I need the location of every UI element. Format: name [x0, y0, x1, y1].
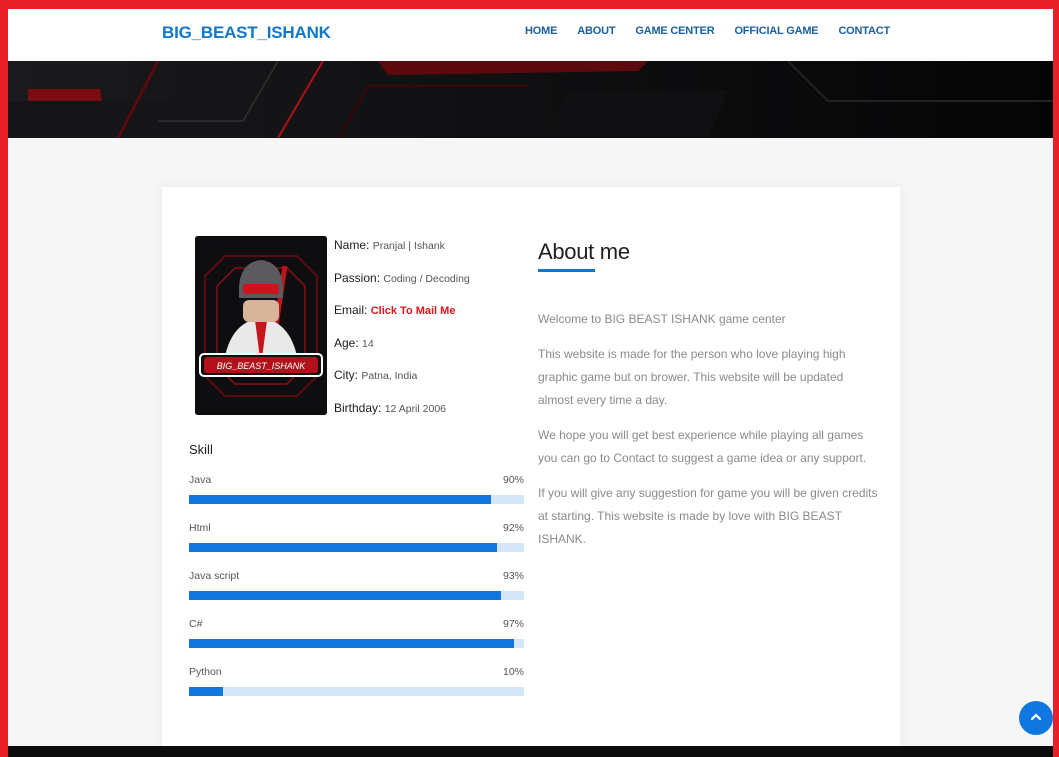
hero-banner	[8, 61, 1053, 138]
skill-progress-bar	[189, 543, 498, 552]
skills-title: Skill	[189, 442, 213, 457]
page-frame: BIG_BEAST_ISHANK HOME ABOUT GAME CENTER …	[8, 9, 1053, 757]
skill-progress-bar	[189, 639, 514, 648]
skill-name: Html	[189, 522, 211, 534]
skill-track	[189, 495, 524, 504]
info-passion: Passion: Coding / Decoding	[334, 271, 524, 304]
skill-list: Java 90% Html 92% Java script 93% C# 97% Python 1…	[189, 474, 524, 714]
about-title: About me	[538, 239, 630, 264]
info-label: Birthday:	[334, 400, 382, 415]
skill-progress-bar	[189, 495, 491, 504]
info-label: Age:	[334, 335, 359, 350]
skills-section: Skill Java 90% Html 92% Java script 93% C# 97% P…	[189, 442, 524, 714]
info-value: Coding / Decoding	[383, 272, 470, 285]
skill-track	[189, 543, 524, 552]
skill-percent: 10%	[502, 666, 524, 678]
skill-item: Html 92%	[189, 522, 524, 570]
info-email: Email: Click To Mail Me	[334, 303, 524, 336]
skill-track	[189, 591, 524, 600]
skill-percent: 97%	[502, 618, 524, 630]
chevron-up-icon	[1030, 710, 1042, 726]
skill-name: Java	[189, 474, 212, 486]
info-value: 14	[362, 337, 374, 350]
skill-percent: 92%	[502, 522, 524, 534]
skill-track	[189, 639, 524, 648]
mail-link[interactable]: Click To Mail Me	[371, 305, 456, 317]
skill-item: C# 97%	[189, 618, 524, 666]
navbar: BIG_BEAST_ISHANK HOME ABOUT GAME CENTER …	[8, 9, 1053, 61]
skill-track	[189, 687, 524, 696]
skill-percent: 93%	[502, 570, 524, 582]
about-section: About me Welcome to BIG BEAST ISHANK gam…	[538, 239, 878, 551]
site-logo[interactable]: BIG_BEAST_ISHANK	[162, 23, 331, 43]
about-paragraph: If you will give any suggestion for game…	[538, 486, 878, 546]
skill-item: Java 90%	[189, 474, 524, 522]
footer-strip	[8, 746, 1053, 757]
scroll-top-button[interactable]	[1019, 701, 1053, 735]
info-birthday: Birthday: 12 April 2006	[334, 401, 524, 434]
avatar-nameplate: BIG_BEAST_ISHANK	[217, 361, 307, 371]
about-card: BIG_BEAST_ISHANK Name: Pranjal | Ishank …	[162, 187, 900, 757]
info-label: Name:	[334, 238, 370, 252]
info-label: Passion:	[334, 270, 381, 285]
nav-game-center[interactable]: GAME CENTER	[635, 25, 714, 37]
skill-name: Python	[189, 666, 222, 678]
info-name: Name: Pranjal | Ishank	[334, 238, 524, 271]
about-paragraph: We hope you will get best experience whi…	[538, 428, 867, 465]
info-age: Age: 14	[334, 336, 524, 369]
skill-percent: 90%	[502, 474, 524, 486]
skill-item: Java script 93%	[189, 570, 524, 618]
about-paragraph: This website is made for the person who …	[538, 347, 846, 407]
nav-menu: HOME ABOUT GAME CENTER OFFICIAL GAME CON…	[525, 25, 890, 37]
banner-graphic	[8, 61, 1053, 138]
skill-progress-bar	[189, 687, 223, 696]
avatar: BIG_BEAST_ISHANK	[195, 236, 327, 415]
skill-progress-bar	[189, 591, 501, 600]
skill-name: C#	[189, 618, 203, 630]
nav-about[interactable]: ABOUT	[577, 25, 615, 37]
gamer-mascot-icon: BIG_BEAST_ISHANK	[195, 236, 327, 415]
skill-item: Python 10%	[189, 666, 524, 714]
info-label: City:	[334, 368, 358, 382]
info-value: Patna, India	[361, 370, 418, 382]
info-label: Email:	[334, 303, 368, 317]
info-city: City: Patna, India	[334, 368, 524, 401]
nav-official-game[interactable]: OFFICIAL GAME	[734, 25, 818, 37]
skill-name: Java script	[189, 570, 240, 582]
nav-home[interactable]: HOME	[525, 25, 557, 37]
about-paragraph: Welcome to BIG BEAST ISHANK game center	[538, 312, 786, 326]
nav-contact[interactable]: CONTACT	[838, 25, 890, 37]
title-underline	[538, 269, 595, 272]
info-value: Pranjal | Ishank	[372, 240, 445, 252]
info-value: 12 April 2006	[384, 402, 447, 415]
profile-info: Name: Pranjal | Ishank Passion: Coding /…	[334, 238, 524, 433]
